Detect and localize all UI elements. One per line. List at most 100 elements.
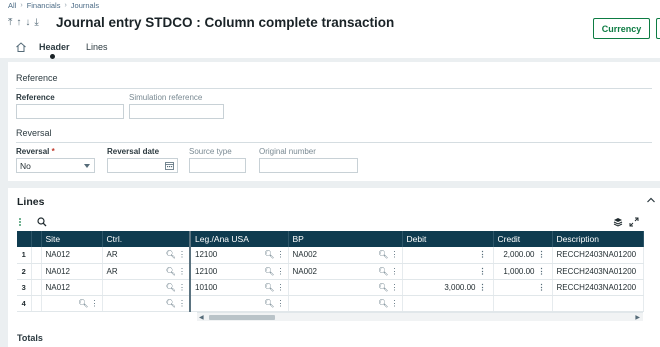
cell-site[interactable]: NA012 — [41, 247, 103, 264]
chevron-up-icon[interactable] — [646, 196, 656, 204]
cell-debit-value: 3,000.00 — [444, 282, 476, 292]
cell-menu-icon[interactable]: ⋮ — [538, 283, 546, 292]
lookup-icon[interactable]: 🔍︎ ⋮ — [378, 267, 398, 276]
cell-credit-value: 1,000.00 — [503, 266, 535, 276]
cell-menu-icon[interactable]: ⋮ — [538, 250, 546, 259]
cell-description[interactable]: RECCH2403NA01200 — [552, 263, 644, 280]
divider — [16, 88, 652, 89]
cell-leg[interactable]: 🔍︎ ⋮ 12100 — [189, 247, 289, 264]
original-number-input[interactable] — [259, 158, 358, 173]
column-header-leg-ana-usa[interactable]: Leg./Ana USA — [189, 231, 289, 247]
cell-bp[interactable]: 🔍︎ ⋮ — [288, 295, 403, 312]
cell-ctrl[interactable]: 🔍︎ ⋮ — [102, 295, 191, 312]
cell-debit[interactable] — [402, 295, 494, 312]
lookup-icon[interactable]: 🔍︎ ⋮ — [264, 283, 284, 292]
last-record-icon[interactable]: ⤓ — [34, 17, 38, 28]
grid-menu-icon[interactable] — [17, 217, 23, 229]
cell-ctrl-value: AR — [106, 266, 118, 276]
first-record-icon[interactable]: ⤒ — [8, 17, 12, 28]
cell-debit[interactable]: 3,000.00 ⋮ — [402, 279, 494, 296]
layers-icon[interactable] — [613, 217, 623, 229]
home-icon[interactable] — [15, 41, 27, 53]
breadcrumb-journals[interactable]: Journals — [71, 1, 99, 10]
cell-description[interactable]: RECCH2403NA01200 — [552, 247, 644, 264]
original-number-label: Original number — [259, 147, 316, 156]
row-menu-icon[interactable]: ⋮ — [31, 263, 42, 280]
currency-button[interactable]: Currency — [593, 18, 650, 39]
column-header-debit[interactable]: Debit — [402, 231, 494, 247]
cell-menu-icon[interactable]: ⋮ — [479, 250, 487, 259]
lookup-icon[interactable]: 🔍︎ ⋮ — [166, 250, 186, 259]
row-number: 4 — [17, 295, 32, 312]
breadcrumb-all[interactable]: All — [8, 1, 16, 10]
previous-record-icon[interactable]: ↑ — [16, 17, 21, 28]
reversal-section-label: Reversal — [16, 128, 52, 138]
horizontal-scrollbar[interactable]: ◀ ▶ — [197, 312, 643, 321]
cell-description[interactable]: RECCH2403NA01200 — [552, 279, 644, 296]
cell-credit[interactable]: 2,000.00 ⋮ — [493, 247, 553, 264]
row-menu-icon[interactable]: ⋮ — [31, 279, 42, 296]
scroll-right-icon[interactable]: ▶ — [635, 314, 640, 321]
row-menu-icon[interactable]: ⋮ — [31, 295, 42, 312]
lookup-icon[interactable]: 🔍︎ ⋮ — [166, 283, 186, 292]
tab-header[interactable]: Header — [39, 42, 70, 52]
cell-menu-icon[interactable]: ⋮ — [479, 283, 487, 292]
lookup-icon[interactable]: 🔍︎ ⋮ — [78, 299, 98, 308]
table-row[interactable]: 2 ⋮ NA012 🔍︎ ⋮ AR 🔍︎ ⋮ 12100 🔍︎ ⋮ NA002 ⋮ 1… — [17, 263, 644, 280]
lookup-icon[interactable]: 🔍︎ ⋮ — [378, 283, 398, 292]
lookup-icon[interactable]: 🔍︎ ⋮ — [378, 299, 398, 308]
row-menu-icon[interactable]: ⋮ — [31, 247, 42, 264]
lookup-icon[interactable]: 🔍︎ ⋮ — [378, 250, 398, 259]
column-header-credit[interactable]: Credit — [493, 231, 553, 247]
cell-bp[interactable]: 🔍︎ ⋮ — [288, 279, 403, 296]
cell-menu-icon[interactable]: ⋮ — [479, 267, 487, 276]
cell-ctrl[interactable]: 🔍︎ ⋮ AR — [102, 263, 191, 280]
reversal-date-input[interactable] — [107, 158, 178, 173]
breadcrumb-financials[interactable]: Financials — [27, 1, 61, 10]
cell-leg[interactable]: 🔍︎ ⋮ 10100 — [189, 279, 289, 296]
column-header-ctrl[interactable]: Ctrl. — [102, 231, 191, 247]
cell-ctrl[interactable]: 🔍︎ ⋮ AR — [102, 247, 191, 264]
more-actions-button[interactable] — [656, 18, 660, 39]
scrollbar-thumb[interactable] — [209, 315, 275, 320]
scroll-left-icon[interactable]: ◀ — [199, 314, 204, 321]
calendar-icon[interactable] — [165, 161, 174, 170]
next-record-icon[interactable]: ↓ — [25, 17, 30, 28]
cell-credit[interactable]: 1,000.00 ⋮ — [493, 263, 553, 280]
cell-credit[interactable]: ⋮ — [493, 279, 553, 296]
tab-lines[interactable]: Lines — [86, 42, 108, 52]
lookup-icon[interactable]: 🔍︎ ⋮ — [264, 250, 284, 259]
cell-bp[interactable]: 🔍︎ ⋮ NA002 — [288, 247, 403, 264]
cell-leg[interactable]: 🔍︎ ⋮ 12100 — [189, 263, 289, 280]
reversal-select[interactable]: No — [16, 158, 95, 173]
table-row[interactable]: 1 ⋮ NA012 🔍︎ ⋮ AR 🔍︎ ⋮ 12100 🔍︎ ⋮ NA002 ⋮ 2… — [17, 247, 644, 264]
cell-leg[interactable]: 🔍︎ ⋮ — [189, 295, 289, 312]
source-type-input[interactable] — [189, 158, 246, 173]
column-header-site[interactable]: Site — [41, 231, 103, 247]
cell-description[interactable] — [552, 295, 644, 312]
cell-site[interactable]: NA012 — [41, 279, 103, 296]
cell-ctrl[interactable]: 🔍︎ ⋮ — [102, 279, 191, 296]
cell-menu-icon[interactable]: ⋮ — [538, 267, 546, 276]
lookup-icon[interactable]: 🔍︎ ⋮ — [264, 299, 284, 308]
column-header-description[interactable]: Description — [552, 231, 644, 247]
cell-credit[interactable] — [493, 295, 553, 312]
reference-input[interactable] — [16, 104, 124, 119]
record-navigation: ⤒ ↑ ↓ ⤓ — [8, 17, 39, 28]
reference-label: Reference — [16, 93, 55, 102]
table-row[interactable]: 3 ⋮ NA012 🔍︎ ⋮ 🔍︎ ⋮10100 🔍︎ ⋮ 3,000.00⋮ … — [17, 279, 644, 296]
simulation-reference-input[interactable] — [129, 104, 224, 119]
lookup-icon[interactable]: 🔍︎ ⋮ — [264, 267, 284, 276]
table-row[interactable]: 4 ⋮ 🔍︎ ⋮ 🔍︎ ⋮ 🔍︎ ⋮ 🔍︎ ⋮ — [17, 295, 644, 312]
lookup-icon[interactable]: 🔍︎ ⋮ — [166, 267, 186, 276]
lines-grid: Site Ctrl. Leg./Ana USA BP Debit Credit … — [17, 231, 644, 312]
cell-debit[interactable]: ⋮ — [402, 247, 494, 264]
column-header-bp[interactable]: BP — [288, 231, 403, 247]
lookup-icon[interactable]: 🔍︎ ⋮ — [166, 299, 186, 308]
cell-debit[interactable]: ⋮ — [402, 263, 494, 280]
cell-bp[interactable]: 🔍︎ ⋮ NA002 — [288, 263, 403, 280]
cell-site[interactable]: 🔍︎ ⋮ — [41, 295, 103, 312]
expand-icon[interactable] — [629, 217, 639, 229]
cell-site[interactable]: NA012 — [41, 263, 103, 280]
search-icon[interactable] — [37, 217, 47, 229]
